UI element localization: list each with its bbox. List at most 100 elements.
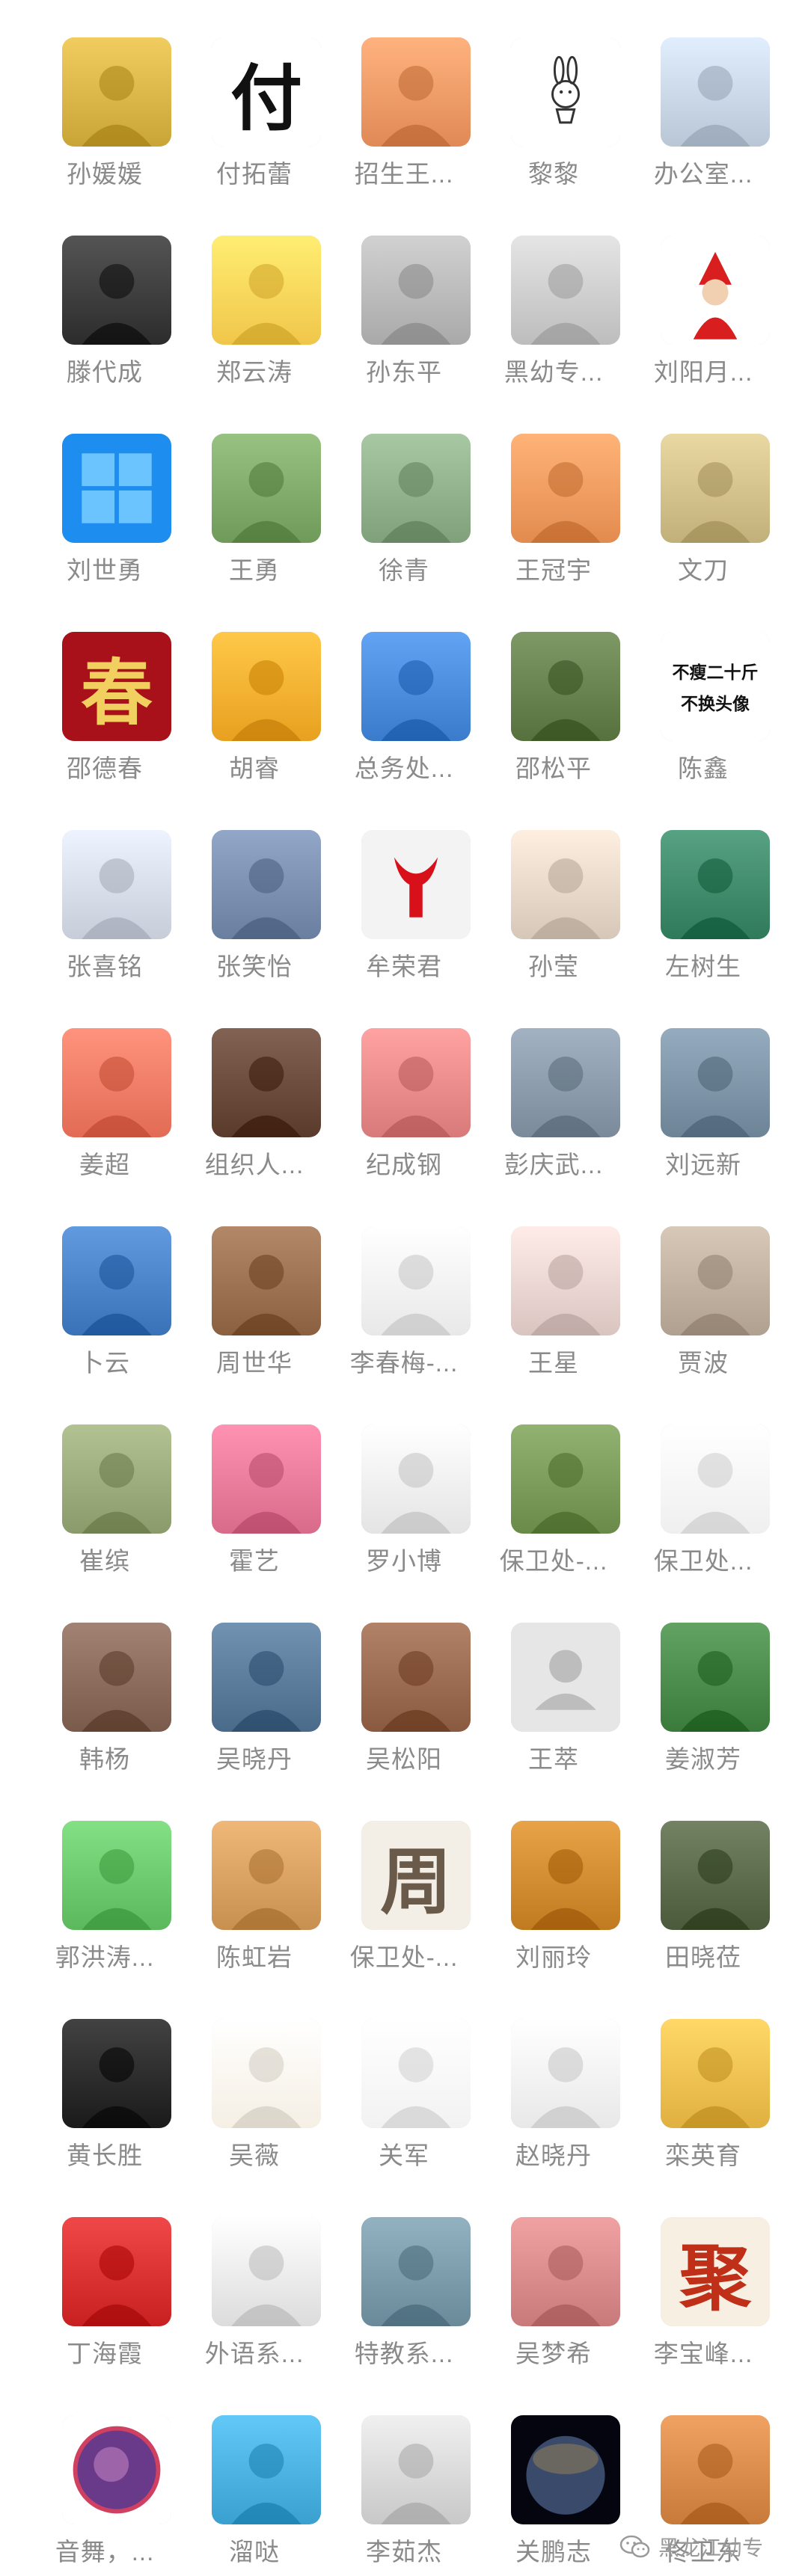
contact-item[interactable]: 李春梅-... [329, 1189, 479, 1387]
anime-bw-avatar[interactable] [511, 2019, 620, 2128]
contact-item[interactable]: 霍艺 [180, 1387, 329, 1585]
contact-item[interactable]: 卜云 [30, 1189, 180, 1387]
cartoon-girl-mask-avatar[interactable] [212, 236, 321, 345]
contact-item[interactable]: 关鹏志 [479, 2378, 628, 2576]
contact-item[interactable]: 保卫处-... [479, 1387, 628, 1585]
contact-item[interactable]: 周保卫处-... [329, 1783, 479, 1982]
zhou-calligraphy-avatar[interactable]: 周 [361, 1821, 471, 1930]
savanna-avatar[interactable] [212, 1821, 321, 1930]
contact-item[interactable]: 音舞，... [30, 2378, 180, 2576]
lake-tree-avatar[interactable] [661, 37, 770, 147]
mother-child-avatar[interactable] [62, 1028, 171, 1137]
text-avatar-avatar[interactable]: 不瘦二十斤 不换头像 [661, 632, 770, 741]
contact-item[interactable]: 溜哒 [180, 2378, 329, 2576]
contact-item[interactable]: 春邵德春 [30, 594, 180, 793]
contact-item[interactable]: 吴薇 [180, 1982, 329, 2180]
contact-item[interactable]: 胡睿 [180, 594, 329, 793]
contact-item[interactable]: 刘阳月... [628, 198, 778, 396]
contact-item[interactable]: 总务处... [329, 594, 479, 793]
contact-item[interactable]: 徐青 [329, 396, 479, 594]
sculpture-brown-avatar[interactable] [62, 1623, 171, 1732]
contact-item[interactable]: 黄长胜 [30, 1982, 180, 2180]
boy-classroom-avatar[interactable] [661, 434, 770, 543]
contact-item[interactable]: 周世华 [180, 1189, 329, 1387]
red-bull-head-avatar[interactable] [361, 830, 471, 939]
contact-item[interactable]: 左树生 [628, 793, 778, 991]
contact-item[interactable]: 聚李宝峰... [628, 2180, 778, 2378]
red-robe-figure-avatar[interactable] [661, 1424, 770, 1534]
panda-grid-avatar[interactable] [212, 1028, 321, 1137]
windows-logo-avatar[interactable] [62, 434, 171, 543]
family-photo-avatar[interactable] [661, 1821, 770, 1930]
contact-item[interactable]: 吴梦希 [479, 2180, 628, 2378]
calligraphy-fu-avatar[interactable]: 付 [212, 37, 321, 147]
girl-sketch-avatar[interactable] [212, 2019, 321, 2128]
contact-item[interactable]: 姜超 [30, 991, 180, 1189]
contact-item[interactable]: 邵松平 [479, 594, 628, 793]
contact-item[interactable]: 纪成钢 [329, 991, 479, 1189]
lake-gray-avatar[interactable] [661, 1028, 770, 1137]
contact-item[interactable]: 组织人... [180, 991, 329, 1189]
lake-blue-avatar[interactable] [62, 1226, 171, 1335]
contact-item[interactable]: 办公室... [628, 0, 778, 198]
flower-vase-flag-avatar[interactable] [361, 1226, 471, 1335]
sunset-hills-avatar[interactable] [212, 830, 321, 939]
sunset-river-avatar[interactable] [511, 1821, 620, 1930]
contact-item[interactable]: 丁海霞 [30, 2180, 180, 2378]
woman-hat-avatar[interactable] [511, 830, 620, 939]
contact-item[interactable]: 牟荣君 [329, 793, 479, 991]
contact-item[interactable]: 王星 [479, 1189, 628, 1387]
man-sunglasses-avatar[interactable] [62, 1424, 171, 1534]
red-figure-avatar[interactable] [661, 236, 770, 345]
contact-item[interactable]: 张笑怡 [180, 793, 329, 991]
river-grassland-avatar[interactable] [511, 632, 620, 741]
woman-flag-avatar[interactable] [361, 2415, 471, 2524]
contact-item[interactable]: 吴晓丹 [180, 1585, 329, 1783]
contact-item[interactable]: 特教系... [329, 2180, 479, 2378]
red-flowers-avatar[interactable] [661, 1623, 770, 1732]
cartoon-couple-avatar[interactable] [661, 1226, 770, 1335]
green-valley-avatar[interactable] [212, 434, 321, 543]
canyon-avatar[interactable] [661, 2415, 770, 2524]
boy-yellow-avatar[interactable] [661, 2019, 770, 2128]
mountains-avatar[interactable] [361, 434, 471, 543]
contact-item[interactable]: 彭庆武... [479, 991, 628, 1189]
contact-item[interactable]: 陈虹岩 [180, 1783, 329, 1982]
contact-item[interactable]: 外语系... [180, 2180, 329, 2378]
contact-item[interactable]: 滕代成 [30, 198, 180, 396]
contact-item[interactable]: 郭洪涛... [30, 1783, 180, 1982]
red-calligraphy-avatar[interactable]: 春 [62, 632, 171, 741]
contact-item[interactable]: 王萃 [479, 1585, 628, 1783]
contact-item[interactable]: 李茹杰 [329, 2378, 479, 2576]
default-person-avatar[interactable] [511, 1623, 620, 1732]
man-suit-avatar[interactable] [511, 1028, 620, 1137]
girl-sunglasses-avatar[interactable] [361, 2019, 471, 2128]
contact-item[interactable]: 吴松阳 [329, 1585, 479, 1783]
contact-item[interactable]: 孙莹 [479, 793, 628, 991]
rabbit-sketch-avatar[interactable] [511, 37, 620, 147]
contact-item[interactable]: 王冠宇 [479, 396, 628, 594]
ink-painting-avatar[interactable] [361, 1424, 471, 1534]
child-photo-avatar[interactable] [511, 434, 620, 543]
contact-item[interactable]: 付付拓蕾 [180, 0, 329, 198]
contact-item[interactable]: 赵晓丹 [479, 1982, 628, 2180]
contact-item[interactable]: 刘丽玲 [479, 1783, 628, 1982]
purple-circle-avatar[interactable] [62, 2415, 171, 2524]
contact-item[interactable]: 黎黎 [479, 0, 628, 198]
contact-item[interactable]: 韩杨 [30, 1585, 180, 1783]
pink-blossom-avatar[interactable] [212, 1424, 321, 1534]
cartoon-sunglasses-avatar[interactable] [361, 37, 471, 147]
contact-item[interactable]: 刘远新 [628, 991, 778, 1189]
contact-item[interactable]: 栾英育 [628, 1982, 778, 2180]
pig-cartoon-avatar[interactable] [361, 1028, 471, 1137]
ju-calligraphy-avatar[interactable]: 聚 [661, 2217, 770, 2326]
beach-palm-avatar[interactable] [212, 2415, 321, 2524]
bull-statue-avatar[interactable] [212, 1623, 321, 1732]
campus-avatar[interactable] [361, 2217, 471, 2326]
calligraphy-class-avatar[interactable] [62, 830, 171, 939]
autumn-road-avatar[interactable] [212, 632, 321, 741]
contact-item[interactable]: 孙媛媛 [30, 0, 180, 198]
soldier-sketch-avatar[interactable] [212, 2217, 321, 2326]
planet-avatar[interactable] [511, 2415, 620, 2524]
woman-portrait-avatar[interactable] [511, 1226, 620, 1335]
